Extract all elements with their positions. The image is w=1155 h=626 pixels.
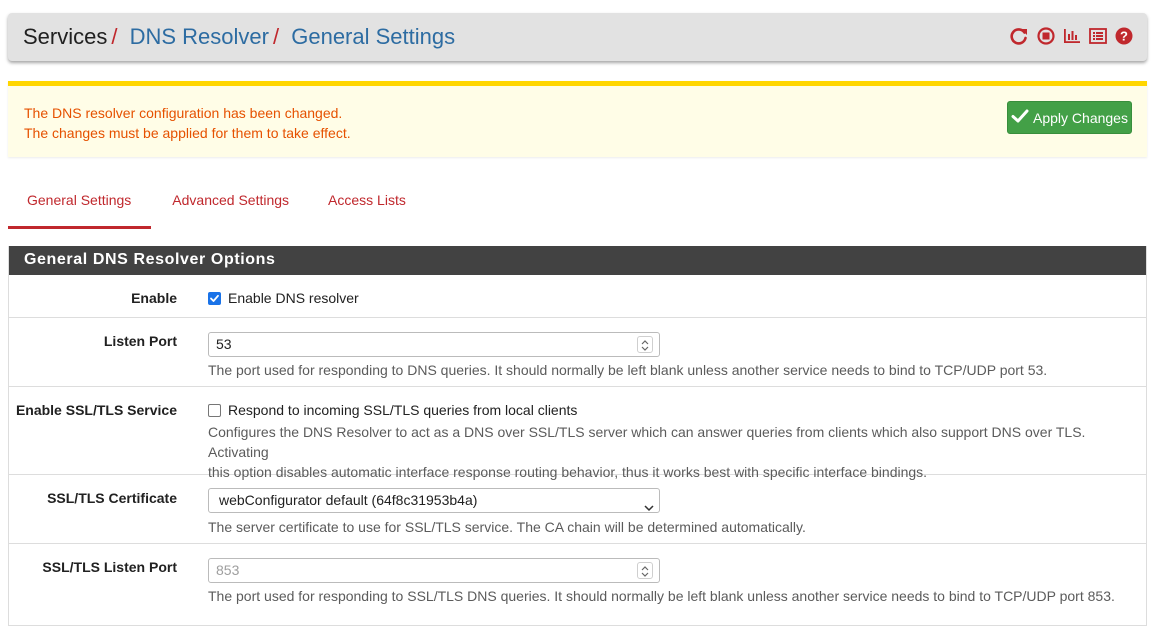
ssl-listen-port-spinner[interactable]	[637, 562, 653, 579]
ssl-service-row: Enable SSL/TLS Service Respond to incomi…	[9, 387, 1146, 480]
ssl-listen-port-input[interactable]: 853	[208, 558, 660, 583]
ssl-service-help-line-1: Configures the DNS Resolver to act as a …	[208, 424, 1086, 460]
enable-row: Enable Enable DNS resolver	[9, 275, 1146, 318]
tab-access-lists[interactable]: Access Lists	[309, 183, 426, 226]
alert-line-2: The changes must be applied for them to …	[24, 125, 351, 141]
restart-icon[interactable]	[1009, 26, 1029, 46]
alert-line-1: The DNS resolver configuration has been …	[24, 105, 343, 121]
chart-icon[interactable]	[1063, 28, 1081, 44]
ssl-listen-port-row: SSL/TLS Listen Port 853 The port used fo…	[9, 544, 1146, 613]
enable-label: Enable	[131, 290, 177, 306]
apply-changes-label: Apply Changes	[1033, 109, 1128, 126]
stop-icon[interactable]	[1037, 27, 1055, 45]
general-options-panel: General DNS Resolver Options Enable Enab…	[8, 246, 1147, 626]
ssl-certificate-select[interactable]: webConfigurator default (64f8c31953b4a)	[208, 488, 660, 513]
listen-port-input[interactable]: 53	[208, 332, 660, 357]
breadcrumb-services: Services	[23, 24, 108, 49]
apply-changes-button[interactable]: Apply Changes	[1007, 101, 1132, 134]
listen-port-row: Listen Port 53 The port used for respond…	[9, 318, 1146, 387]
ssl-service-content: Respond to incoming SSL/TLS queries from…	[208, 402, 1138, 482]
breadcrumb-general-settings[interactable]: General Settings	[291, 24, 455, 49]
ssl-listen-port-label: SSL/TLS Listen Port	[42, 559, 177, 575]
listen-port-label: Listen Port	[103, 333, 177, 349]
tab-advanced-settings[interactable]: Advanced Settings	[151, 183, 309, 226]
ssl-service-checkbox[interactable]	[208, 403, 221, 417]
ssl-certificate-help: The server certificate to use for SSL/TL…	[208, 519, 806, 535]
breadcrumb: Services / DNS Resolver / General Settings	[23, 24, 455, 50]
enable-checkline: Enable DNS resolver	[208, 290, 1138, 306]
listen-port-value: 53	[216, 336, 232, 352]
page-header: Services / DNS Resolver / General Settings…	[8, 13, 1147, 61]
ssl-listen-port-placeholder: 853	[216, 562, 240, 578]
breadcrumb-separator: /	[272, 24, 280, 49]
listen-port-help: The port used for responding to DNS quer…	[208, 362, 1048, 378]
ssl-certificate-label: SSL/TLS Certificate	[47, 490, 177, 506]
settings-tabs: General Settings Advanced Settings Acces…	[8, 183, 426, 229]
ssl-service-checkline: Respond to incoming SSL/TLS queries from…	[208, 402, 1138, 418]
enable-content: Enable DNS resolver	[208, 290, 1138, 306]
help-icon[interactable]: ?	[1115, 27, 1133, 45]
ssl-service-help: Configures the DNS Resolver to act as a …	[208, 422, 1138, 482]
panel-title: General DNS Resolver Options	[9, 246, 1146, 275]
ssl-service-checkbox-label: Respond to incoming SSL/TLS queries from…	[228, 402, 578, 418]
changes-pending-alert: The DNS resolver configuration has been …	[8, 81, 1147, 157]
tab-general-settings[interactable]: General Settings	[8, 183, 152, 229]
ssl-certificate-content: webConfigurator default (64f8c31953b4a) …	[208, 488, 1138, 537]
ssl-service-label: Enable SSL/TLS Service	[15, 402, 177, 418]
breadcrumb-separator: /	[111, 24, 118, 49]
enable-checkbox-label: Enable DNS resolver	[228, 290, 359, 306]
listen-port-spinner[interactable]	[637, 336, 653, 353]
breadcrumb-dns-resolver[interactable]: DNS Resolver	[130, 24, 269, 49]
listen-port-content: 53 The port used for responding to DNS q…	[208, 332, 1138, 380]
header-actions: ?	[1009, 26, 1133, 46]
ssl-certificate-selected: webConfigurator default (64f8c31953b4a)	[219, 492, 478, 508]
chevron-down-icon	[644, 496, 654, 519]
svg-text:?: ?	[1120, 29, 1128, 44]
check-icon	[1011, 108, 1029, 127]
alert-message: The DNS resolver configuration has been …	[24, 103, 351, 143]
ssl-listen-port-help: The port used for responding to SSL/TLS …	[208, 588, 1115, 604]
log-list-icon[interactable]	[1089, 28, 1107, 44]
ssl-listen-port-content: 853 The port used for responding to SSL/…	[208, 558, 1138, 606]
enable-dns-resolver-checkbox[interactable]	[208, 291, 221, 305]
ssl-certificate-row: SSL/TLS Certificate webConfigurator defa…	[9, 475, 1146, 544]
